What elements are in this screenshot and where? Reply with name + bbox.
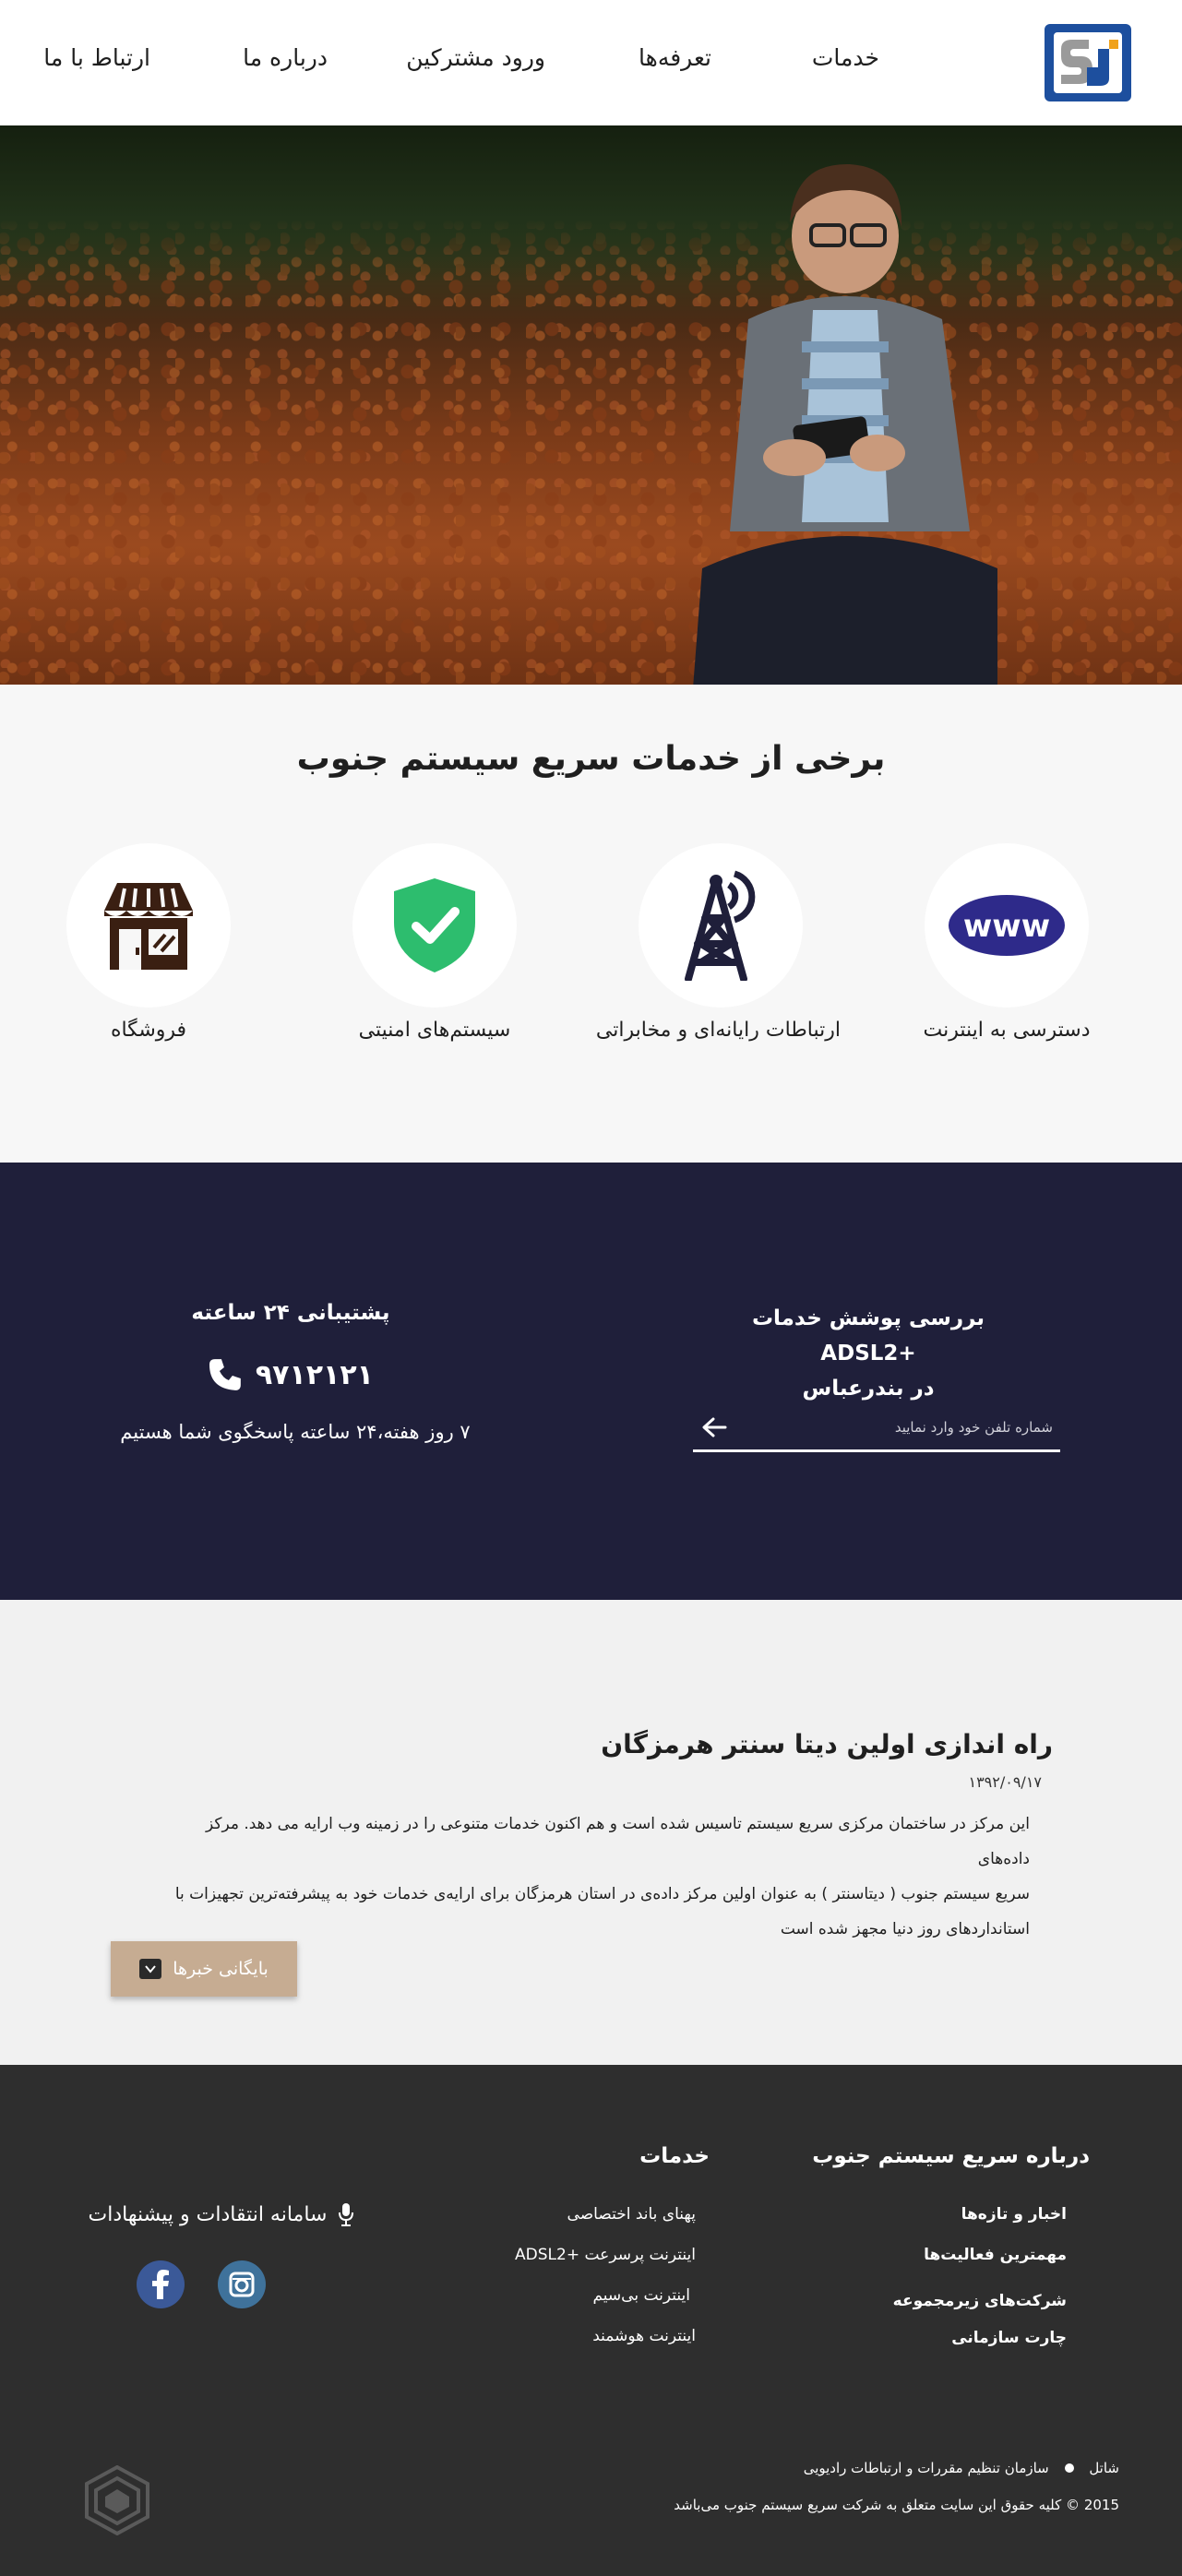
shield-check-icon [394,878,475,972]
support-phone[interactable]: ۹۷۱۲۱۲۱ [208,1354,374,1396]
service-security[interactable]: سیستم‌های امنیتی [315,843,555,1055]
footer-cube-logo-icon [85,2465,149,2535]
coverage-support-band: بررسی پوشش خدمات +ADSL2 در بندرعباس پشتی… [0,1163,1182,1600]
support-title: پشتیبانی ۲۴ ساعته [191,1301,390,1325]
footer-copyright: 2015 © کلیه حقوق این سایت متعلق به شرکت … [674,2497,1119,2513]
footer-link-dedicated-bandwidth[interactable]: پهنای باند اختصاصی [567,2205,696,2224]
feedback-system-link[interactable]: سامانه انتقادات و پیشنهادات [88,2196,355,2233]
shatel-link[interactable]: شاتل [1089,2460,1119,2476]
footer-link-subsidiaries[interactable]: شرکت‌های زیرمجموعه [893,2292,1067,2310]
facebook-button[interactable] [137,2260,185,2308]
services-title: برخی از خدمات سریع سیستم جنوب [296,740,886,778]
news-body-line: استانداردهای روز دنیا مجهز شده است [780,1920,1030,1938]
hero-image [0,125,1182,685]
news-section: راه اندازی اولین دیتا سنتر هرمزگان ۱۳۹۲/… [0,1600,1182,2065]
nav-contact[interactable]: ارتباط با ما [43,44,150,71]
phone-icon [209,1359,241,1390]
service-circle: www [925,843,1089,1008]
coverage-phone-field [693,1404,1060,1452]
coverage-title-line2: در بندرعباس [802,1377,935,1401]
facebook-icon [152,2270,169,2299]
coverage-title: بررسی پوشش خدمات +ADSL2 در بندرعباس [702,1301,1034,1406]
arrow-left-icon [702,1417,727,1437]
nav-services[interactable]: خدمات [812,44,879,71]
news-archive-button[interactable]: بایگانی خبرها [111,1941,297,1997]
service-internet-access[interactable]: www دسترسی به اینترنت [887,843,1127,1055]
news-archive-label: بایگانی خبرها [173,1959,269,1979]
phone-number-input[interactable] [748,1412,1053,1443]
support-phone-number: ۹۷۱۲۱۲۱ [255,1358,374,1391]
footer-link-adsl[interactable]: اینترنت پرسرعت +ADSL2 [515,2246,696,2264]
service-circle [352,843,517,1008]
nav-tariffs[interactable]: تعرفه‌ها [639,44,711,71]
submit-arrow-button[interactable] [698,1413,730,1441]
support-note: ۷ روز هفته،۲۴ ساعته پاسخگوی شما هستیم [120,1421,471,1443]
www-globe-icon: www [949,895,1065,956]
footer-about-title: درباره سریع سیستم جنوب [812,2144,1090,2168]
nav-about[interactable]: درباره ما [243,44,328,71]
nav-subscriber-login[interactable]: ورود مشترکین [406,44,545,71]
service-circle [639,843,803,1008]
antenna-tower-icon [685,870,756,981]
site-header: خدمات تعرفه‌ها ورود مشترکین درباره ما ار… [0,0,1182,125]
instagram-icon [229,2272,255,2297]
footer-link-activities[interactable]: مهمترین فعالیت‌ها [924,2246,1067,2264]
shop-icon [104,883,193,970]
service-label: دسترسی به اینترنت [923,1019,1091,1042]
regulator-link[interactable]: سازمان تنظیم مقررات و ارتباطات رادیویی [804,2460,1049,2476]
main-nav: خدمات تعرفه‌ها ورود مشترکین درباره ما ار… [0,44,1182,81]
footer-link-smart-internet[interactable]: اینترنت هوشمند [592,2327,696,2345]
news-date: ۱۳۹۲/۰۹/۱۷ [968,1773,1042,1791]
microphone-icon [339,2203,354,2226]
footer-link-wireless[interactable]: اینترنت بی‌سیم [592,2286,690,2305]
service-shop[interactable]: فروشگاه [29,843,269,1055]
www-text: www [963,908,1050,945]
news-body: این مرکز در ساختمان مرکزی سریع سیستم تاس… [172,1807,1030,1947]
hero-foliage [0,125,1182,282]
service-circle [66,843,231,1008]
hero-person-illustration [693,163,997,685]
instagram-button[interactable] [218,2260,266,2308]
archive-box-icon [139,1959,162,1979]
service-label: سیستم‌های امنیتی [358,1019,511,1042]
bullet-dot [1064,2463,1074,2473]
service-telecom[interactable]: ارتباطات رایانه‌ای و مخابراتی [595,843,841,1055]
services-section: برخی از خدمات سریع سیستم جنوب www دسترسی… [0,685,1182,1163]
footer-link-news[interactable]: اخبار و تازه‌ها [961,2205,1067,2224]
footer-partners-row: شاتل سازمان تنظیم مقررات و ارتباطات رادی… [804,2460,1119,2476]
service-label: فروشگاه [110,1019,187,1042]
footer-services-title: خدمات [639,2144,710,2168]
coverage-title-line1: بررسی پوشش خدمات +ADSL2 [751,1306,985,1366]
site-footer: درباره سریع سیستم جنوب اخبار و تازه‌ها م… [0,2065,1182,2576]
news-body-line: این مرکز در ساختمان مرکزی سریع سیستم تاس… [205,1815,1030,1868]
feedback-label: سامانه انتقادات و پیشنهادات [88,2202,328,2226]
service-label: ارتباطات رایانه‌ای و مخابراتی [595,1019,841,1042]
news-body-line: سریع سیستم جنوب ( دیتاسنتر ) به عنوان او… [174,1885,1030,1903]
news-title[interactable]: راه اندازی اولین دیتا سنتر هرمزگان [601,1729,1053,1759]
footer-link-org-chart[interactable]: چارت سازمانی [951,2329,1067,2347]
